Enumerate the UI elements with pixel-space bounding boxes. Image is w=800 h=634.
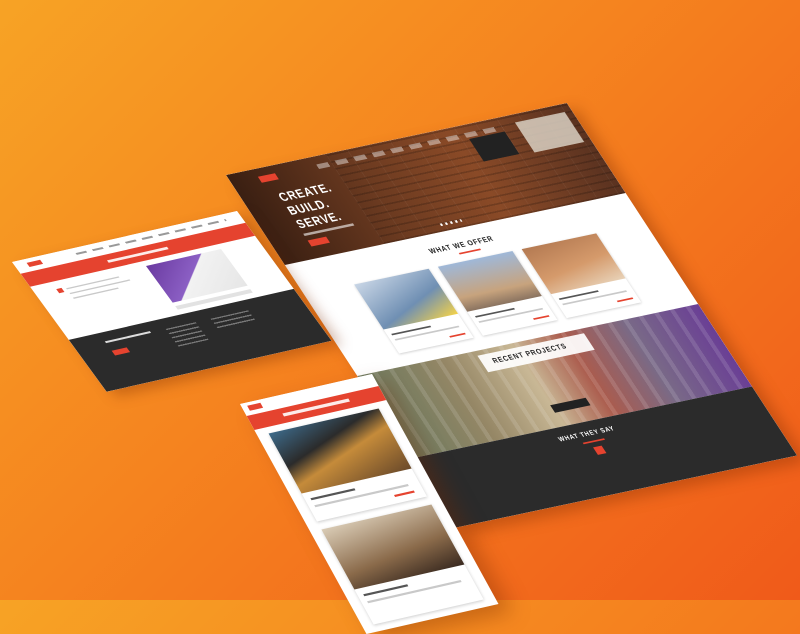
inner-text-line [72,287,119,299]
footer-links[interactable] [165,322,209,347]
inner-logo [26,259,44,267]
quote-icon [593,445,607,455]
testimonials-underline [582,438,606,445]
inner-red-icon [56,287,65,294]
offer-heading-underline [458,248,482,255]
mobile-logo [247,402,264,411]
offer-card-link[interactable] [449,332,466,338]
offer-card-image [521,233,626,295]
footer-contact [210,310,257,331]
testimonials-heading: WHAT THEY SAY [556,424,617,444]
offer-card-link[interactable] [533,315,550,320]
mobile-card-link[interactable] [394,490,415,497]
hero-cta-button[interactable] [307,236,330,247]
offer-card-image [437,251,542,312]
footer-logo [111,347,131,356]
site-logo [257,173,279,183]
mockup-scene: CREATE. BUILD. SERVE. WHAT WE OFFER RECE… [0,0,800,634]
mobile-card-image [321,504,465,590]
wood-wall-pattern [325,103,626,244]
footer-heading [104,331,152,344]
offer-card-image [354,268,459,330]
offer-card-link[interactable] [616,297,634,303]
